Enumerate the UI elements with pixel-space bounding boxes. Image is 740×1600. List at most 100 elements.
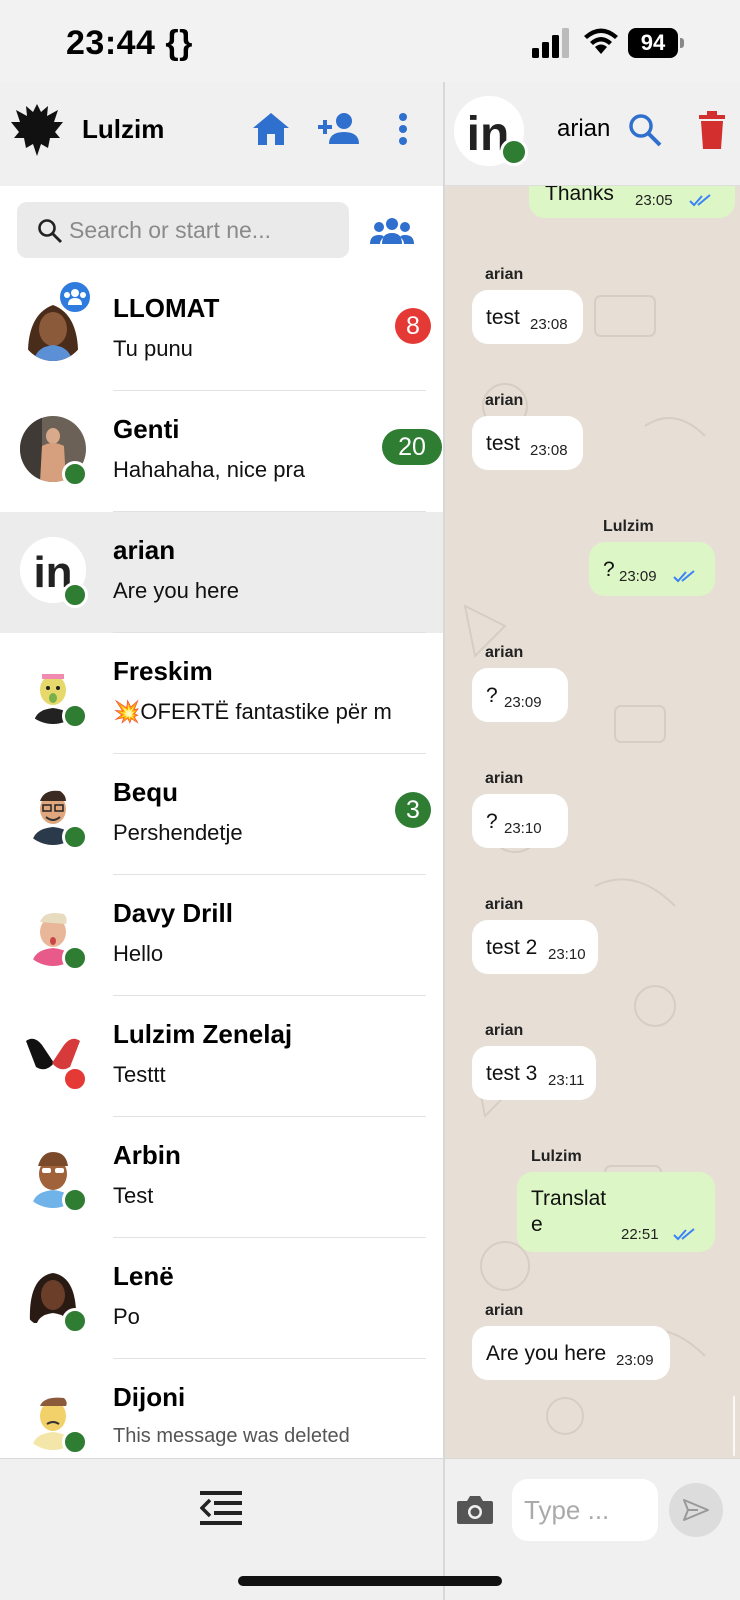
scrollbar[interactable]	[733, 1396, 735, 1456]
camera-icon[interactable]	[456, 1493, 494, 1525]
battery-icon: 94	[628, 28, 686, 58]
online-indicator	[62, 582, 88, 608]
message-time: 23:08	[530, 316, 568, 333]
menu-collapse-icon[interactable]	[200, 1489, 242, 1527]
chat-item-lulzim-zenelaj[interactable]: Lulzim Zenelaj Testtt	[0, 996, 443, 1117]
message-text: ?	[603, 558, 615, 581]
chat-last-message: Pershendetje	[113, 820, 243, 845]
home-icon[interactable]	[250, 108, 292, 150]
message-text: Thanks	[545, 186, 614, 205]
message-time: 23:09	[504, 694, 542, 711]
status-time: 23:44 {}	[66, 24, 193, 62]
message-bubble-incoming[interactable]: test 3 23:11	[472, 1046, 596, 1100]
message-text: test	[486, 306, 520, 329]
message-text: Translat e	[531, 1187, 607, 1236]
online-indicator	[62, 1429, 88, 1455]
online-indicator	[62, 1066, 88, 1092]
read-receipt-icon	[673, 1228, 695, 1241]
chat-name: Freskim	[113, 656, 213, 686]
message-sender: Lulzim	[603, 518, 654, 535]
chat-name: arian	[113, 535, 176, 565]
message-bubble-incoming[interactable]: test 23:08	[472, 290, 583, 344]
message-text: test 3	[486, 1062, 538, 1085]
chat-list-panel: Lulzim Search or start ne... LLOMAT Tu p…	[0, 82, 443, 1600]
search-icon[interactable]	[627, 112, 663, 148]
message-bubble-outgoing[interactable]: Translat e 22:51	[517, 1172, 715, 1252]
read-receipt-icon	[673, 570, 695, 583]
chat-item-genti[interactable]: Genti Hahahaha, nice pra 20	[0, 391, 443, 512]
add-person-icon[interactable]	[316, 108, 360, 150]
message-bubble-outgoing[interactable]: ? 23:09	[589, 542, 715, 596]
chat-last-message: Hahahaha, nice pra	[113, 457, 306, 482]
more-vert-icon[interactable]	[388, 108, 418, 150]
message-text: ?	[486, 810, 498, 833]
chat-name: Genti	[113, 414, 180, 444]
send-button[interactable]	[669, 1483, 723, 1537]
read-receipt-icon	[689, 194, 711, 207]
chat-last-message: This message was deleted	[113, 1425, 350, 1447]
unread-badge: 8	[395, 308, 431, 344]
message-area: Thanks 23:05 arian test 23:08 arian test…	[445, 186, 740, 1458]
wifi-icon	[584, 28, 618, 54]
message-time: 23:08	[530, 442, 568, 459]
chat-item-arian[interactable]: in arian Are you here	[0, 512, 443, 633]
delete-icon[interactable]	[697, 110, 727, 150]
message-sender: arian	[485, 392, 524, 409]
current-username: Lulzim	[82, 114, 165, 144]
message-time: 23:05	[635, 192, 673, 209]
chat-item-arbin[interactable]: Arbin Test	[0, 1117, 443, 1238]
message-sender: arian	[485, 266, 524, 283]
app-root: 23:44 {} 94 Lulzim Search or start ne...…	[0, 0, 740, 1600]
contact-name[interactable]: arian	[557, 115, 610, 143]
search-row	[0, 186, 443, 270]
message-bubble-incoming[interactable]: ? 23:09	[472, 668, 568, 722]
search-icon	[38, 219, 62, 243]
message-bubble-incoming[interactable]: test 2 23:10	[472, 920, 598, 974]
message-bubble-incoming[interactable]: Are you here 23:09	[472, 1326, 670, 1380]
message-sender: Lulzim	[531, 1148, 582, 1165]
online-indicator	[62, 945, 88, 971]
chat-item-llomat[interactable]: LLOMAT Tu punu 8	[0, 270, 443, 391]
message-time: 23:10	[548, 946, 586, 963]
conversation-header: in arian	[445, 82, 740, 186]
chat-name: Arbin	[113, 1140, 181, 1170]
message-input[interactable]	[512, 1479, 658, 1541]
chat-name: LLOMAT	[113, 293, 220, 323]
message-text: ?	[486, 684, 498, 707]
groups-icon[interactable]	[370, 216, 414, 246]
message-bubble-outgoing[interactable]: Thanks 23:05	[529, 186, 735, 218]
message-text: test	[486, 432, 520, 455]
chat-last-message: Are you here	[113, 578, 239, 603]
unread-badge: 20	[382, 429, 442, 465]
battery-level: 94	[628, 28, 678, 58]
group-badge-icon	[57, 279, 93, 315]
message-text: Are you here	[486, 1342, 607, 1365]
message-bubble-incoming[interactable]: ? 23:10	[472, 794, 568, 848]
online-indicator	[62, 461, 88, 487]
chat-item-davy-drill[interactable]: Davy Drill Hello	[0, 875, 443, 996]
chat-last-message: Test	[113, 1183, 154, 1208]
chat-list: LLOMAT Tu punu 8 Genti Hahahaha, nice pr…	[0, 270, 443, 1540]
conversation-panel: in arian Thanks 23:05 arian test 23:08 a…	[445, 82, 740, 1600]
message-sender: arian	[485, 1302, 524, 1319]
send-icon	[683, 1499, 709, 1521]
message-time: 22:51	[621, 1226, 659, 1243]
chat-item-lene[interactable]: Lenë Po	[0, 1238, 443, 1359]
message-bubble-incoming[interactable]: test 23:08	[472, 416, 583, 470]
signal-icon	[532, 28, 569, 58]
online-indicator	[62, 824, 88, 850]
chat-name: Davy Drill	[113, 898, 233, 928]
chat-last-message: Po	[113, 1304, 140, 1329]
chat-name: Lenë	[113, 1261, 174, 1291]
message-sender: arian	[485, 770, 524, 787]
message-sender: arian	[485, 644, 524, 661]
eagle-logo-icon	[11, 104, 63, 156]
search-box[interactable]	[17, 202, 349, 258]
online-indicator	[62, 703, 88, 729]
chat-list-header: Lulzim	[0, 82, 443, 186]
chat-item-bequ[interactable]: Bequ Pershendetje 3	[0, 754, 443, 875]
home-indicator[interactable]	[238, 1576, 502, 1586]
status-bar: 23:44 {} 94	[0, 0, 740, 82]
search-input[interactable]	[69, 202, 339, 258]
chat-item-freskim[interactable]: Freskim 💥OFERTË fantastike për m	[0, 633, 443, 754]
